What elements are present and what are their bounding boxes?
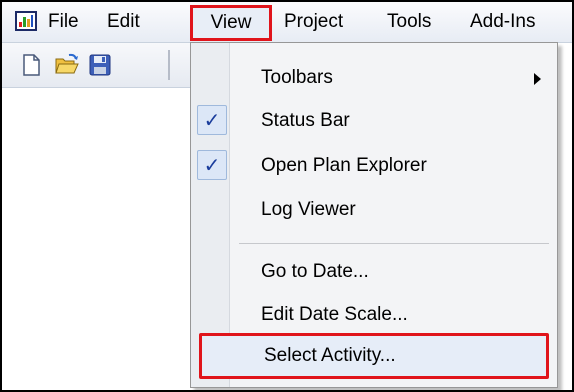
menu-item-label: Open Plan Explorer — [261, 155, 427, 176]
view-dropdown-menu: Toolbars ✓ Status Bar ✓ Open Plan Explor… — [190, 42, 558, 388]
menu-item-edit-date-scale[interactable]: Edit Date Scale... — [191, 293, 557, 337]
standard-toolbar — [2, 43, 190, 88]
open-folder-icon[interactable] — [54, 53, 79, 77]
menu-item-toolbars[interactable]: Toolbars — [191, 56, 557, 100]
menu-edit[interactable]: Edit — [107, 9, 140, 35]
submenu-arrow-icon — [534, 73, 541, 85]
check-mark-icon: ✓ — [197, 105, 227, 135]
menu-item-label: Edit Date Scale... — [261, 304, 408, 325]
menu-bar: File Edit View Project Tools Add-Ins — [2, 2, 572, 43]
menu-item-label: Log Viewer — [261, 199, 356, 220]
menu-view-label: View — [210, 12, 252, 33]
menu-item-select-activity[interactable]: Select Activity... — [199, 333, 549, 379]
menu-view[interactable]: View — [190, 5, 272, 41]
check-mark-icon: ✓ — [197, 150, 227, 180]
menu-item-label: Status Bar — [261, 110, 350, 131]
save-icon[interactable] — [88, 53, 112, 77]
menu-tools[interactable]: Tools — [387, 9, 431, 35]
menu-item-label: Select Activity... — [264, 345, 396, 366]
workspace-pane — [2, 88, 190, 390]
application-window: File Edit View Project Tools Add-Ins Too… — [0, 0, 574, 392]
menu-item-log-viewer[interactable]: Log Viewer — [191, 188, 557, 232]
toolbar-separator — [168, 50, 170, 80]
menu-file[interactable]: File — [48, 9, 79, 35]
new-document-icon[interactable] — [19, 53, 43, 77]
menu-item-open-plan-explorer[interactable]: ✓ Open Plan Explorer — [191, 144, 557, 188]
menu-separator — [239, 243, 549, 244]
menu-add-ins[interactable]: Add-Ins — [470, 9, 535, 35]
menu-item-label: Toolbars — [261, 67, 333, 88]
menu-item-go-to-date[interactable]: Go to Date... — [191, 250, 557, 294]
menu-item-label: Go to Date... — [261, 261, 369, 282]
menu-item-status-bar[interactable]: ✓ Status Bar — [191, 99, 557, 143]
menu-project[interactable]: Project — [284, 9, 343, 35]
app-chart-icon[interactable] — [15, 11, 37, 31]
